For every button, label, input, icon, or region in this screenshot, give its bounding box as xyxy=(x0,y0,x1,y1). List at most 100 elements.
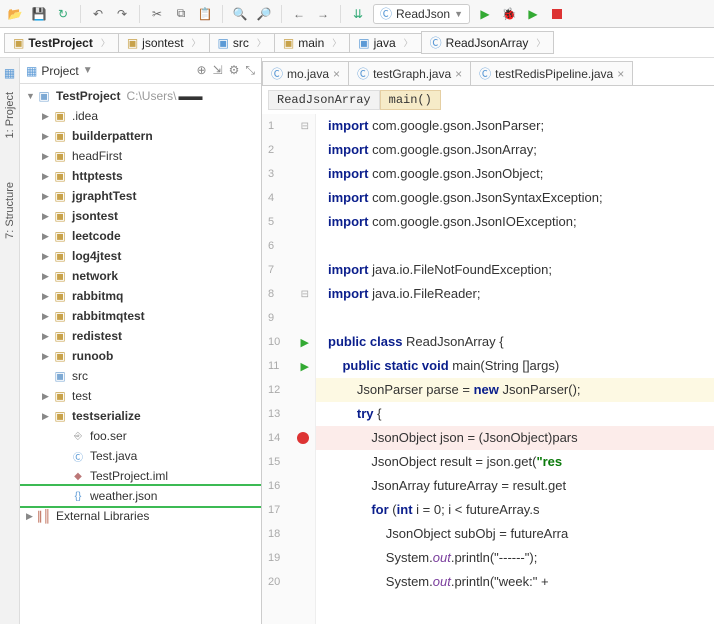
project-view-icon[interactable]: ▦ xyxy=(26,64,37,78)
code-line[interactable]: JsonArray futureArray = result.get xyxy=(316,474,714,498)
gutter-line[interactable]: 14 xyxy=(262,426,315,450)
tree-folder-.idea[interactable]: ▶▣.idea xyxy=(20,106,261,126)
tree-folder-jgraphtTest[interactable]: ▶▣jgraphtTest xyxy=(20,186,261,206)
code-lines[interactable]: import com.google.gson.JsonParser;import… xyxy=(316,114,714,624)
tree-file-Test.java[interactable]: ⒸTest.java xyxy=(20,446,261,466)
code-line[interactable]: System.out.println("------"); xyxy=(316,546,714,570)
tree-folder-log4jtest[interactable]: ▶▣log4jtest xyxy=(20,246,261,266)
chevron-right-icon[interactable]: ▶ xyxy=(42,271,52,282)
code-line[interactable]: import com.google.gson.JsonSyntaxExcepti… xyxy=(316,186,714,210)
replace-icon[interactable]: 🔎 xyxy=(255,5,273,23)
tree-folder-network[interactable]: ▶▣network xyxy=(20,266,261,286)
code-line[interactable]: import java.io.FileReader; xyxy=(316,282,714,306)
tree-folder-jsontest[interactable]: ▶▣jsontest xyxy=(20,206,261,226)
gutter-line[interactable]: 18 xyxy=(262,522,315,546)
editor-tab[interactable]: ⒸtestGraph.java× xyxy=(348,61,471,85)
gear-icon[interactable]: ⚙ xyxy=(229,63,240,78)
save-icon[interactable]: 💾 xyxy=(30,5,48,23)
chevron-right-icon[interactable]: ▶ xyxy=(42,391,52,402)
breadcrumb-item[interactable]: ⒸReadJsonArray〉 xyxy=(421,31,555,54)
close-icon[interactable]: × xyxy=(617,67,624,81)
gutter-line[interactable]: 6 xyxy=(262,234,315,258)
run-config-select[interactable]: Ⓒ ReadJson ▼ xyxy=(373,4,470,24)
tree-file-TestProject.iml[interactable]: ◆TestProject.iml xyxy=(20,466,261,486)
editor-crumb-item[interactable]: ReadJsonArray xyxy=(268,90,380,110)
tree-folder-testserialize[interactable]: ▶▣testserialize xyxy=(20,406,261,426)
tree-folder-leetcode[interactable]: ▶▣leetcode xyxy=(20,226,261,246)
tree-root[interactable]: ▼ ▣ TestProject C:\Users\ ▬▬ xyxy=(20,86,261,106)
code-line[interactable]: import java.io.FileNotFoundException; xyxy=(316,258,714,282)
fold-icon[interactable]: ⊟ xyxy=(301,289,309,300)
tree-folder-headFirst[interactable]: ▶▣headFirst xyxy=(20,146,261,166)
breadcrumb-item[interactable]: ▣TestProject〉 xyxy=(4,33,119,53)
chevron-right-icon[interactable]: ▶ xyxy=(42,111,52,122)
code-editor[interactable]: 1⊟2345678⊟910▶11▶121314151617181920 impo… xyxy=(262,114,714,624)
code-line[interactable]: try { xyxy=(316,402,714,426)
debug-icon[interactable]: 🐞 xyxy=(500,5,518,23)
gutter[interactable]: 1⊟2345678⊟910▶11▶121314151617181920 xyxy=(262,114,316,624)
tree-file-foo.ser[interactable]: ⎆foo.ser xyxy=(20,426,261,446)
chevron-down-icon[interactable]: ▼ xyxy=(83,65,93,76)
editor-crumb-item[interactable]: main() xyxy=(380,90,441,110)
code-line[interactable] xyxy=(316,306,714,330)
code-line[interactable]: System.out.println("week:" + xyxy=(316,570,714,594)
paste-icon[interactable]: 📋 xyxy=(196,5,214,23)
gutter-line[interactable]: 12 xyxy=(262,378,315,402)
code-line[interactable]: import com.google.gson.JsonIOException; xyxy=(316,210,714,234)
tree-folder-src[interactable]: ▣src xyxy=(20,366,261,386)
chevron-down-icon[interactable]: ▼ xyxy=(26,91,36,101)
editor-tab[interactable]: Ⓒmo.java× xyxy=(262,61,349,85)
fold-icon[interactable]: ⊟ xyxy=(301,121,309,132)
chevron-right-icon[interactable]: ▶ xyxy=(42,211,52,222)
close-icon[interactable]: × xyxy=(455,67,462,81)
sidetab-structure[interactable]: 7: Structure xyxy=(4,178,16,243)
gutter-line[interactable]: 4 xyxy=(262,186,315,210)
gutter-line[interactable]: 9 xyxy=(262,306,315,330)
sidetab-project[interactable]: 1: Project xyxy=(4,88,16,142)
gutter-line[interactable]: 1⊟ xyxy=(262,114,315,138)
chevron-right-icon[interactable]: ▶ xyxy=(42,231,52,242)
open-icon[interactable]: 📂 xyxy=(6,5,24,23)
breakpoint-icon[interactable] xyxy=(297,432,309,444)
code-line[interactable]: JsonParser parse = new JsonParser(); xyxy=(316,378,714,402)
code-line[interactable]: import com.google.gson.JsonArray; xyxy=(316,138,714,162)
build-icon[interactable]: ⇊ xyxy=(349,5,367,23)
gutter-line[interactable]: 10▶ xyxy=(262,330,315,354)
tree-folder-builderpattern[interactable]: ▶▣builderpattern xyxy=(20,126,261,146)
tree-folder-test[interactable]: ▶▣test xyxy=(20,386,261,406)
chevron-right-icon[interactable]: ▶ xyxy=(26,511,36,522)
chevron-right-icon[interactable]: ▶ xyxy=(42,251,52,262)
search-icon[interactable]: 🔍 xyxy=(231,5,249,23)
breadcrumb-item[interactable]: ▣jsontest〉 xyxy=(118,33,210,53)
cut-icon[interactable]: ✂ xyxy=(148,5,166,23)
code-line[interactable]: public static void main(String []args) xyxy=(316,354,714,378)
copy-icon[interactable]: ⧉ xyxy=(172,5,190,23)
chevron-right-icon[interactable]: ▶ xyxy=(42,411,52,422)
gutter-line[interactable]: 8⊟ xyxy=(262,282,315,306)
breadcrumb-item[interactable]: ▣java〉 xyxy=(349,33,421,53)
forward-icon[interactable]: → xyxy=(314,5,332,23)
gutter-line[interactable]: 13 xyxy=(262,402,315,426)
tree-external-libs[interactable]: ▶ ∥║ External Libraries xyxy=(20,506,261,526)
gutter-line[interactable]: 5 xyxy=(262,210,315,234)
sidetab-square-icon[interactable]: ▦ xyxy=(4,66,15,80)
collapse-icon[interactable]: ⇲ xyxy=(213,63,223,78)
tree-folder-rabbitmqtest[interactable]: ▶▣rabbitmqtest xyxy=(20,306,261,326)
run-icon[interactable]: ▶ xyxy=(476,5,494,23)
chevron-right-icon[interactable]: ▶ xyxy=(42,291,52,302)
gutter-line[interactable]: 16 xyxy=(262,474,315,498)
editor-tab[interactable]: ⒸtestRedisPipeline.java× xyxy=(470,61,633,85)
chevron-right-icon[interactable]: ▶ xyxy=(42,331,52,342)
tree-folder-rabbitmq[interactable]: ▶▣rabbitmq xyxy=(20,286,261,306)
tree-folder-redistest[interactable]: ▶▣redistest xyxy=(20,326,261,346)
breadcrumb-item[interactable]: ▣main〉 xyxy=(274,33,350,53)
chevron-right-icon[interactable]: ▶ xyxy=(42,351,52,362)
chevron-right-icon[interactable]: ▶ xyxy=(42,191,52,202)
gutter-line[interactable]: 3 xyxy=(262,162,315,186)
chevron-right-icon[interactable]: ▶ xyxy=(42,311,52,322)
gutter-line[interactable]: 7 xyxy=(262,258,315,282)
undo-icon[interactable]: ↶ xyxy=(89,5,107,23)
chevron-right-icon[interactable]: ▶ xyxy=(42,151,52,162)
project-tree[interactable]: ▼ ▣ TestProject C:\Users\ ▬▬ ▶▣.idea▶▣bu… xyxy=(20,84,261,624)
code-line[interactable]: JsonObject result = json.get("res xyxy=(316,450,714,474)
